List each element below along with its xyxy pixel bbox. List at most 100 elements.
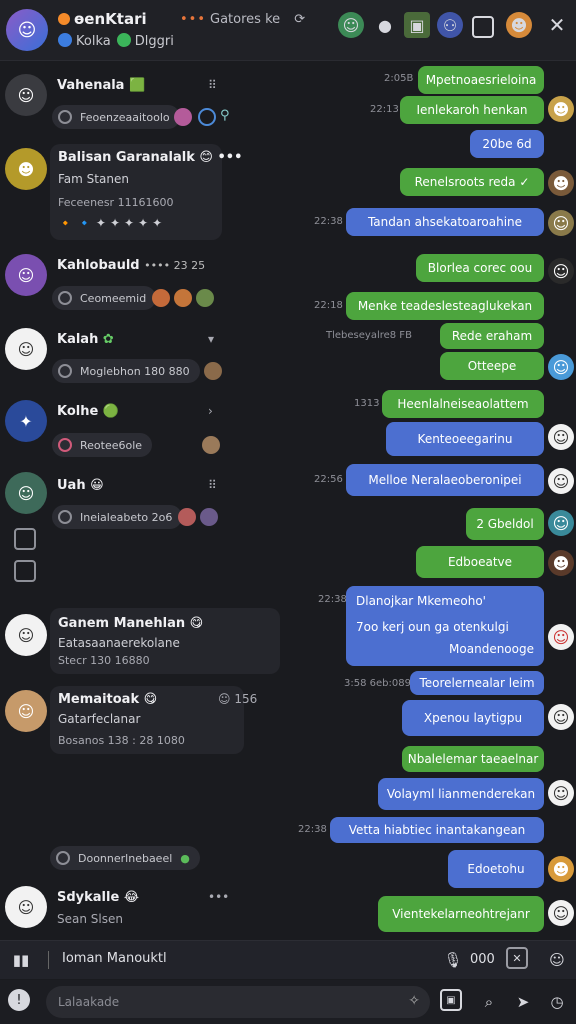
conversation-item[interactable]: ☺ Kalah ✿ ▾ Moglebhon 180 880 — [0, 326, 290, 386]
upload-icon[interactable] — [14, 560, 36, 582]
conversation-name: Memaitoak 😋 — [58, 692, 158, 707]
preview-pill: Feoenzeaaitoolo — [52, 105, 180, 129]
info-icon — [56, 851, 70, 865]
typing-dots: ••• — [217, 150, 243, 165]
conversation-name: Kolhe 🟢 — [57, 404, 120, 419]
book-icon[interactable]: ▮▮ — [8, 947, 34, 973]
clock-icon[interactable]: ◷ — [544, 989, 570, 1015]
conversation-item[interactable]: ☺ Memaitoak 😋 Gatarfeclanar Bosanos 138 … — [0, 686, 290, 754]
sender-avatar: ☺ — [548, 258, 574, 284]
message-bubble[interactable]: Mpetnoaesrieloina — [418, 66, 544, 94]
contact-avatar-icon[interactable]: ☺ — [338, 12, 364, 38]
preview-pill: Ineialeabeto 2o6 — [52, 505, 183, 529]
message-bubble[interactable]: Renelsroots reda ✓ — [400, 168, 544, 196]
message-bubble[interactable]: Dlanojkar Mkemeoho' 7oo kerj oun ga oten… — [346, 586, 544, 666]
conversation-item[interactable]: ☺ Vahenala 🟩 ⠿ Feoenzeaaitoolo ⚲ — [0, 72, 290, 132]
calendar-icon[interactable] — [14, 528, 36, 550]
window-icon[interactable] — [472, 16, 494, 38]
message-line: Moandenooge — [449, 642, 534, 656]
message-bubble[interactable]: Vientekelarneohtrejanr — [378, 896, 544, 932]
game-icon[interactable]: ▣ — [404, 12, 430, 38]
info-icon[interactable]: ! — [8, 989, 30, 1011]
sticker-icon[interactable]: ✧ — [408, 993, 420, 1009]
notifications-icon[interactable]: ● — [372, 12, 398, 38]
message-bubble[interactable]: Ienlekaroh henkan — [400, 96, 544, 124]
more-icon[interactable]: ••• — [208, 890, 229, 904]
subtitle-a: Kolka — [76, 34, 111, 49]
message-time: 22:38 — [314, 216, 343, 227]
emoji-icon[interactable]: ☺ — [544, 947, 570, 973]
message-bubble[interactable]: Xpenou laytigpu — [402, 700, 544, 736]
more-icon[interactable]: ⠿ — [208, 478, 217, 492]
message-bubble[interactable]: Kenteoeegarinu — [386, 422, 544, 456]
conversation-item[interactable]: ☻ Balisan Garanalalk 😊 ••• Fam Stanen Fe… — [0, 144, 290, 240]
avatar: ✦ — [5, 400, 47, 442]
conversation-meta: Feceenesr 11161600 — [58, 196, 174, 209]
message-bubble[interactable]: 20be 6d — [470, 130, 544, 158]
message-bubble[interactable]: Melloe Neralaeoberonipei — [346, 464, 544, 496]
conversation-item[interactable]: ☺ Ganem Manehlan 😋 Eatasaanaerekolane St… — [0, 608, 290, 674]
avatar: ☺ — [5, 690, 47, 732]
conversation-card: Ganem Manehlan 😋 Eatasaanaerekolane Stec… — [50, 608, 280, 674]
sender-avatar: ☺ — [548, 780, 574, 806]
refresh-icon[interactable]: ⟳ — [294, 12, 305, 27]
reaction-icon — [152, 289, 170, 307]
conversation-name: Vahenala 🟩 — [57, 78, 146, 93]
chevron-down-icon[interactable]: ▾ — [208, 332, 214, 346]
avatar: ☺ — [5, 614, 47, 656]
message-bubble[interactable]: Edboeatve — [416, 546, 544, 578]
message-line: 7oo kerj oun ga otenkulgi — [356, 620, 509, 634]
profile-avatar[interactable]: ☺ — [6, 9, 48, 51]
message-bubble[interactable]: Teorelernealar leim — [410, 671, 544, 695]
avatar: ☻ — [5, 148, 47, 190]
microphone-icon[interactable]: 🎙 — [440, 947, 466, 973]
avatar: ☺ — [5, 886, 47, 928]
conversation-item[interactable]: ☺ Uah 😀 ⠿ Ineialeabeto 2o6 — [0, 470, 290, 530]
conversation-card: Balisan Garanalalk 😊 ••• Fam Stanen Fece… — [50, 144, 242, 240]
attach-icon[interactable]: ✕ — [506, 947, 528, 969]
message-bubble[interactable]: Menke teadeslesteaglukekan — [346, 292, 544, 320]
app-title: ɵenKtari — [58, 10, 147, 28]
preview-pill[interactable]: Doonnerlnebaeel ● — [50, 846, 200, 870]
channel-label[interactable]: ••• Gatores ke ⟳ — [180, 12, 305, 27]
gallery-icon[interactable]: ▣ — [440, 989, 462, 1011]
conversation-meta: Bosanos 138 : 28 1080 — [58, 734, 185, 747]
close-icon[interactable]: ✕ — [544, 12, 570, 38]
chevron-right-icon[interactable]: › — [208, 404, 213, 418]
message-bubble[interactable]: Edoetohu — [448, 850, 544, 888]
more-icon[interactable]: ⠿ — [208, 78, 217, 92]
message-input[interactable]: Lalaakade ✧ — [46, 986, 430, 1018]
reaction-icon — [174, 108, 192, 126]
message-time: 22:38 — [318, 594, 347, 605]
emoji-icon: 😋 — [143, 692, 158, 707]
message-bubble[interactable]: Rede eraham — [440, 323, 544, 349]
conversation-meta: Stecr 130 16880 — [58, 654, 150, 667]
reply-bar: ▮▮ Ioman Manouktl 🎙 000 ✕ ☺ — [0, 940, 576, 979]
conversation-item[interactable]: ✦ Kolhe 🟢 › Reotee6ole — [0, 398, 290, 458]
message-bubble[interactable]: Blorlea corec oou — [416, 254, 544, 282]
message-time: 2:05B — [384, 73, 414, 84]
group-icon[interactable]: ⚇ — [437, 12, 463, 38]
send-icon[interactable]: ➤ — [510, 989, 536, 1015]
conversation-subtitle: Gatarfeclanar — [58, 712, 141, 726]
message-bubble[interactable]: Tandan ahsekatoaroahine — [346, 208, 544, 236]
message-bubble[interactable]: Otteepe — [440, 352, 544, 380]
message-bubble[interactable]: 2 Gbeldol — [466, 508, 544, 540]
conversation-item[interactable]: ☺ Sdykalle 😂 ••• Sean Slsen — [0, 884, 290, 938]
divider — [48, 951, 49, 969]
channel-name: Gatores ke — [210, 12, 281, 27]
reaction-icon — [174, 289, 192, 307]
message-bubble[interactable]: Volayml lianmenderekan — [378, 778, 544, 810]
user-avatar-icon[interactable]: ☻ — [506, 12, 532, 38]
tag-icon: ● — [180, 851, 190, 865]
message-bubble[interactable]: Vetta hiabtiec inantakangean — [330, 817, 544, 843]
avatar: ☺ — [5, 328, 47, 370]
message-bubble[interactable]: Heenlalneiseaolattem — [382, 390, 544, 418]
message-time: 22:38 — [298, 824, 327, 835]
conversation-name: Kalah ✿ — [57, 332, 114, 347]
conversation-item[interactable]: ☺ Kahlobauld •••• 23 25 Ceomeemid — [0, 252, 290, 312]
search-icon[interactable]: ⌕ — [476, 989, 502, 1015]
message-bubble[interactable]: Nbalelemar taeaelnar — [402, 746, 544, 772]
message-time: Tlebeseyalre8 FB — [326, 330, 412, 341]
reaction-icon — [198, 108, 216, 126]
